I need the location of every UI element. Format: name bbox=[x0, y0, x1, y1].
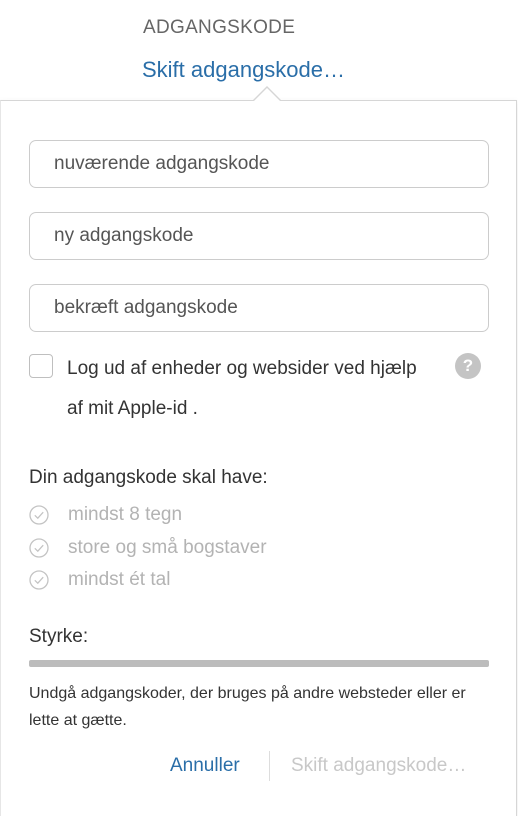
requirement-item: mindst ét tal bbox=[29, 568, 170, 592]
logout-devices-label[interactable]: Log ud af enheder og websider ved hjælp … bbox=[67, 349, 417, 429]
requirements-title: Din adgangskode skal have: bbox=[29, 467, 268, 488]
strength-label: Styrke: bbox=[29, 626, 89, 647]
requirement-item: mindst 8 tegn bbox=[29, 503, 182, 527]
strength-meter bbox=[29, 660, 489, 667]
check-circle-icon bbox=[29, 570, 49, 590]
logout-devices-checkbox[interactable] bbox=[29, 354, 53, 378]
requirement-item: store og små bogstaver bbox=[29, 536, 267, 560]
popover-arrow-inner bbox=[253, 88, 281, 102]
check-circle-icon bbox=[29, 538, 49, 558]
question-mark-icon[interactable]: ? bbox=[455, 353, 481, 379]
change-password-button[interactable]: Skift adgangskode… bbox=[291, 755, 466, 777]
footer-divider bbox=[269, 751, 270, 781]
requirement-label: mindst ét tal bbox=[68, 569, 171, 590]
change-password-link[interactable]: Skift adgangskode… bbox=[142, 57, 345, 83]
password-hint: Undgå adgangskoder, der bruges på andre … bbox=[29, 685, 466, 729]
check-circle-icon bbox=[29, 505, 49, 525]
current-password-field[interactable] bbox=[29, 140, 489, 188]
cancel-button[interactable]: Annuller bbox=[170, 755, 240, 777]
requirement-label: store og små bogstaver bbox=[68, 537, 267, 558]
password-settings-page: ADGANGSKODE Skift adgangskode… Log ud af… bbox=[0, 0, 518, 816]
new-password-field[interactable] bbox=[29, 212, 489, 260]
requirement-label: mindst 8 tegn bbox=[68, 504, 183, 525]
section-heading: ADGANGSKODE bbox=[143, 17, 296, 38]
confirm-password-field[interactable] bbox=[29, 284, 489, 332]
